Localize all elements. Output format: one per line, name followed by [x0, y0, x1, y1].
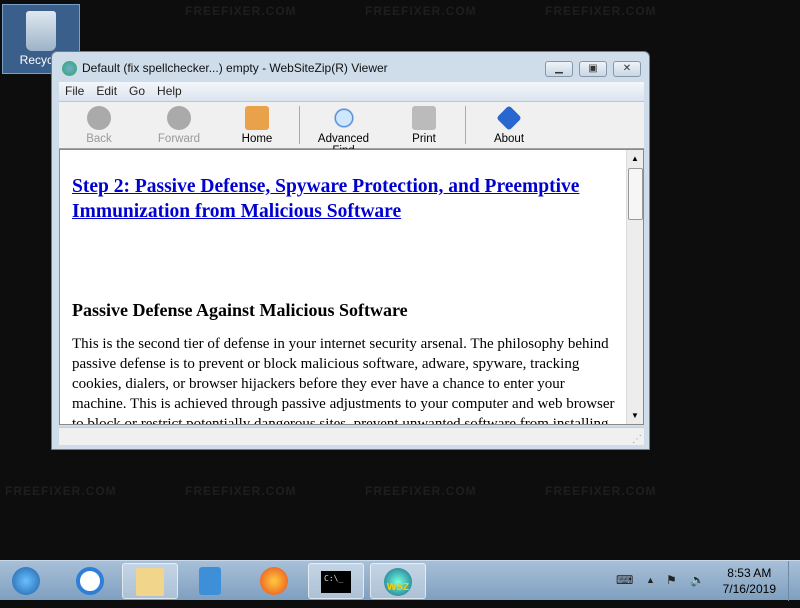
minimize-button[interactable]: ▁: [545, 61, 573, 77]
taskbar-websitezip[interactable]: WSZ: [370, 563, 426, 599]
magnifier-icon: [331, 106, 356, 130]
media-player-icon: [199, 567, 221, 595]
internet-explorer-icon: [76, 567, 104, 595]
windows-logo-icon: [12, 567, 40, 595]
watermark: FREEFIXER.COM: [5, 484, 117, 498]
menu-file[interactable]: File: [59, 82, 90, 101]
watermark: FREEFIXER.COM: [185, 484, 297, 498]
firefox-icon: [260, 567, 288, 595]
taskbar-firefox[interactable]: [246, 563, 302, 599]
resize-grip-icon[interactable]: ⋰: [632, 434, 642, 445]
taskbar-media-player[interactable]: [182, 563, 238, 599]
print-label: Print: [412, 133, 436, 145]
back-label: Back: [86, 133, 112, 145]
maximize-button[interactable]: ▣: [579, 61, 607, 77]
forward-arrow-icon: [167, 106, 191, 130]
home-button[interactable]: Home: [237, 104, 277, 145]
home-icon: [245, 106, 269, 130]
heading-link[interactable]: Step 2: Passive Defense, Spyware Protect…: [72, 174, 617, 224]
close-button[interactable]: ✕: [613, 61, 641, 77]
watermark: FREEFIXER.COM: [365, 4, 477, 18]
taskbar-cmd[interactable]: C:\_: [308, 563, 364, 599]
back-button[interactable]: Back: [79, 104, 119, 145]
menu-go[interactable]: Go: [123, 82, 151, 101]
content-pane: Step 2: Passive Defense, Spyware Protect…: [59, 149, 644, 425]
clock-date: 7/16/2019: [722, 582, 776, 596]
scrollbar-thumb[interactable]: [628, 168, 643, 220]
window-title: Default (fix spellchecker...) empty - We…: [82, 61, 388, 75]
start-button[interactable]: [4, 563, 48, 599]
status-bar: ⋰: [59, 427, 644, 445]
watermark: FREEFIXER.COM: [545, 4, 657, 18]
watermark: FREEFIXER.COM: [545, 484, 657, 498]
about-label: About: [493, 133, 525, 145]
show-desktop-button[interactable]: [788, 561, 800, 601]
printer-icon: [412, 106, 436, 130]
clock-time: 8:53 AM: [727, 566, 772, 580]
taskbar-explorer[interactable]: [122, 563, 178, 599]
home-label: Home: [241, 133, 273, 145]
menu-edit[interactable]: Edit: [90, 82, 123, 101]
section-heading: Passive Defense Against Malicious Softwa…: [72, 300, 408, 320]
toolbar-separator: [465, 106, 466, 144]
forward-label: Forward: [157, 133, 201, 145]
toolbar: Back Forward Home Advanced Find Print Ab…: [59, 101, 644, 157]
recycle-bin-icon: [26, 11, 56, 51]
watermark: FREEFIXER.COM: [365, 484, 477, 498]
toolbar-separator: [299, 106, 300, 144]
forward-button[interactable]: Forward: [154, 104, 204, 145]
about-button[interactable]: About: [489, 104, 529, 145]
action-center-flag-icon[interactable]: ⚑: [666, 573, 677, 587]
show-hidden-icons-icon[interactable]: ▲: [646, 575, 655, 585]
websitezip-icon: WSZ: [384, 568, 412, 596]
keyboard-icon[interactable]: ⌨: [616, 573, 633, 587]
cmd-icon: C:\_: [321, 571, 351, 593]
vertical-scrollbar[interactable]: ▲ ▼: [626, 150, 643, 424]
taskbar-ie[interactable]: [62, 563, 118, 599]
scroll-down-icon[interactable]: ▼: [627, 407, 643, 424]
print-button[interactable]: Print: [404, 104, 444, 145]
menu-help[interactable]: Help: [151, 82, 188, 101]
clock[interactable]: 8:53 AM 7/16/2019: [723, 565, 776, 597]
body-paragraph: This is the second tier of defense in yo…: [72, 336, 615, 425]
app-window: Default (fix spellchecker...) empty - We…: [51, 51, 650, 450]
back-arrow-icon: [87, 106, 111, 130]
folder-icon: [136, 568, 164, 596]
scroll-up-icon[interactable]: ▲: [627, 150, 643, 167]
menu-bar: File Edit Go Help: [59, 82, 644, 101]
watermark: FREEFIXER.COM: [185, 4, 297, 18]
volume-icon[interactable]: 🔈: [690, 573, 705, 587]
app-icon: [62, 60, 77, 76]
info-icon: [496, 105, 522, 131]
taskbar: C:\_ WSZ ⌨ ▲ ⚑ 🔈 8:53 AM 7/16/2019: [0, 560, 800, 601]
